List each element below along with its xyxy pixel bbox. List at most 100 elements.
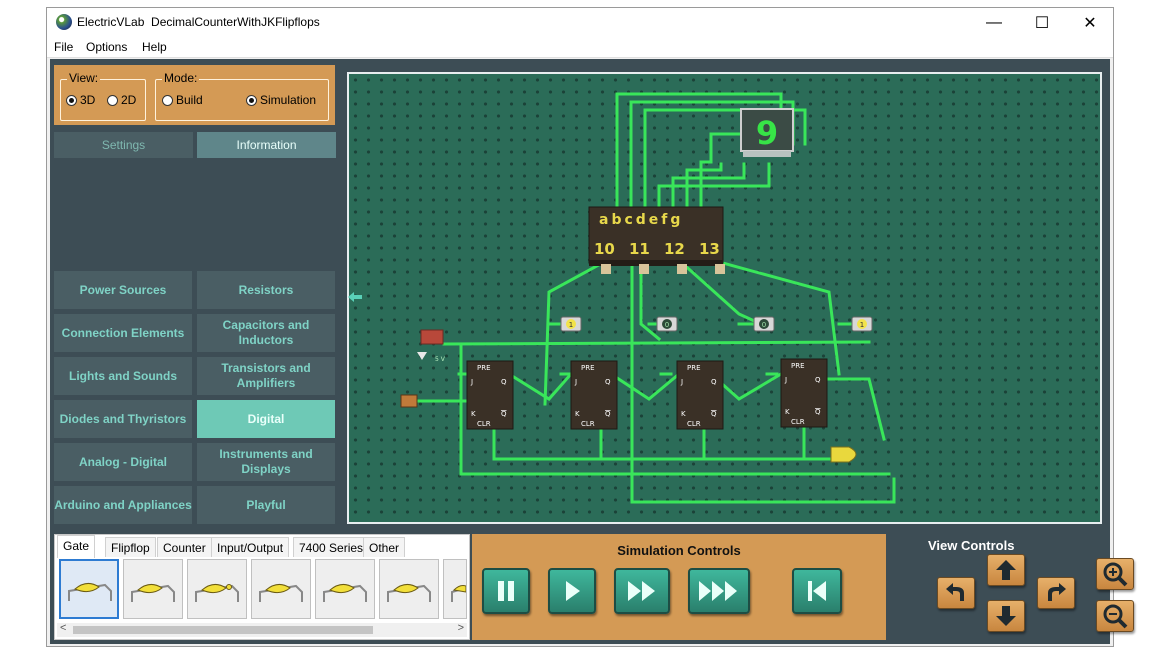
gate-icon [68,583,112,601]
category-digital[interactable]: Digital [197,400,335,438]
category-instruments-displays[interactable]: Instruments and Displays [197,443,335,481]
fastest-forward-button[interactable] [688,568,750,614]
source-voltage-label: 5 V [435,356,446,363]
ff1-qbar-label: Q [501,410,507,418]
ff3-pre-label: PRE [687,364,701,372]
palette-tab-gate[interactable]: Gate [57,535,96,558]
ff2-qbar-label: Q [605,410,611,418]
zoom-out-icon [1103,604,1128,629]
rotate-left-button[interactable] [937,577,975,609]
palette-tab-7400-series[interactable]: 7400 Series [293,537,370,557]
category-lights-sounds[interactable]: Lights and Sounds [54,357,192,395]
view-2d-label: 2D [121,93,137,107]
ff3-qbar-label: Q [711,410,717,418]
fast-forward-icon [628,581,655,601]
simulation-controls-panel: Simulation Controls [472,534,886,640]
gate-thumbnail[interactable] [187,559,247,619]
app-name: ElectricVLab [77,15,145,29]
rotate-right-button[interactable] [1037,577,1075,609]
palette-scrollbar[interactable]: < > [57,622,467,637]
tab-information[interactable]: Information [197,132,336,158]
pause-button[interactable] [482,568,530,614]
jk-flipflop-1: PRE J Q K Q CLR [466,360,514,430]
gate-thumbnail[interactable] [123,559,183,619]
gate-thumbnail[interactable] [443,559,467,619]
category-playful[interactable]: Playful [197,486,335,524]
ff2-k-label: K [575,410,580,418]
menu-file[interactable]: File [54,40,73,54]
ff1-clr-label: CLR [477,420,491,428]
mode-build-radio[interactable]: Build [162,93,203,107]
jk-flipflop-4: PRE J Q K Q CLR [780,358,828,428]
category-resistors[interactable]: Resistors [197,271,335,309]
ff3-k-label: K [681,410,686,418]
category-connection-elements[interactable]: Connection Elements [54,314,192,352]
ff1-q-label: Q [501,378,507,386]
probe-value-3: 0 [762,321,766,329]
zoom-in-button[interactable] [1096,558,1134,590]
logic-probes: 1 0 0 1 [560,316,873,332]
arrow-up-icon [996,560,1016,580]
move-up-button[interactable] [987,554,1025,586]
simulation-controls-title: Simulation Controls [617,543,741,558]
scroll-right-icon[interactable]: > [458,622,464,634]
category-power-sources[interactable]: Power Sources [54,271,192,309]
menu-help[interactable]: Help [142,40,167,54]
decoder-pin-11: 11 [629,240,650,258]
ff3-j-label: J [680,378,683,386]
palette-tab-other[interactable]: Other [363,537,406,557]
mode-simulation-label: Simulation [260,93,317,107]
mode-panel: View: 3D 2D Mode: Build Simulation [54,65,335,125]
view-2d-radio[interactable]: 2D [107,93,136,107]
ff2-j-label: J [574,378,577,386]
zoom-out-button[interactable] [1096,600,1134,632]
menu-options[interactable]: Options [86,40,127,54]
view-3d-radio[interactable]: 3D [66,93,95,107]
view-3d-label: 3D [80,93,96,107]
scrollbar-thumb[interactable] [73,626,373,634]
category-diodes-thyristors[interactable]: Diodes and Thyristors [54,400,192,438]
radio-selected-icon [246,94,257,106]
gate-thumbnail[interactable] [315,559,375,619]
gate-icon [387,584,431,602]
power-source: 5 V [417,329,446,363]
play-button[interactable] [548,568,596,614]
tab-settings[interactable]: Settings [54,132,193,158]
palette-tab-input-output[interactable]: Input/Output [211,537,290,557]
app-logo-icon [56,14,72,30]
category-analog-digital[interactable]: Analog - Digital [54,443,192,481]
ff4-clr-label: CLR [791,418,805,426]
decoder-pin-10: 10 [594,240,615,258]
palette-tab-counter[interactable]: Counter [157,537,212,557]
ff3-q-label: Q [711,378,717,386]
menu-bar: File Options Help [47,37,1113,58]
view-controls-title: View Controls [928,538,1015,553]
category-transistors-amplifiers[interactable]: Transistors and Amplifiers [197,357,335,395]
jk-flipflop-3: PRE J Q K Q CLR [676,360,724,430]
category-arduino-appliances[interactable]: Arduino and Appliances [54,486,192,524]
mode-simulation-radio[interactable]: Simulation [246,93,316,107]
ff4-qbar-label: Q [815,408,821,416]
probe-value-2: 0 [665,321,669,329]
maximize-button[interactable]: ☐ [1019,8,1065,37]
gate-thumbnail[interactable] [379,559,439,619]
view-group: View: 3D 2D [60,71,146,121]
ff4-j-label: J [784,376,787,384]
title-bar: ElectricVLab DecimalCounterWithJKFlipflo… [47,8,1113,37]
circuit-board-canvas[interactable]: 9 abcdefg 10 11 12 13 1 0 0 1 PRE J Q K … [347,72,1102,524]
move-down-button[interactable] [987,600,1025,632]
scroll-left-icon[interactable]: < [60,622,66,634]
collapse-arrow-icon[interactable] [347,291,363,303]
gate-thumbnail[interactable] [251,559,311,619]
close-button[interactable]: ✕ [1067,8,1113,37]
app-window: ElectricVLab DecimalCounterWithJKFlipflo… [46,7,1134,647]
decoder-pin-13: 13 [699,240,720,258]
fast-forward-button[interactable] [614,568,670,614]
radio-unselected-icon [107,94,118,106]
minimize-button[interactable]: — [971,8,1017,37]
restart-button[interactable] [792,568,842,614]
gate-thumbnail[interactable] [59,559,119,619]
category-capacitors-inductors[interactable]: Capacitors and Inductors [197,314,335,352]
palette-tab-flipflop[interactable]: Flipflop [105,537,156,557]
skip-to-start-icon [808,581,826,601]
